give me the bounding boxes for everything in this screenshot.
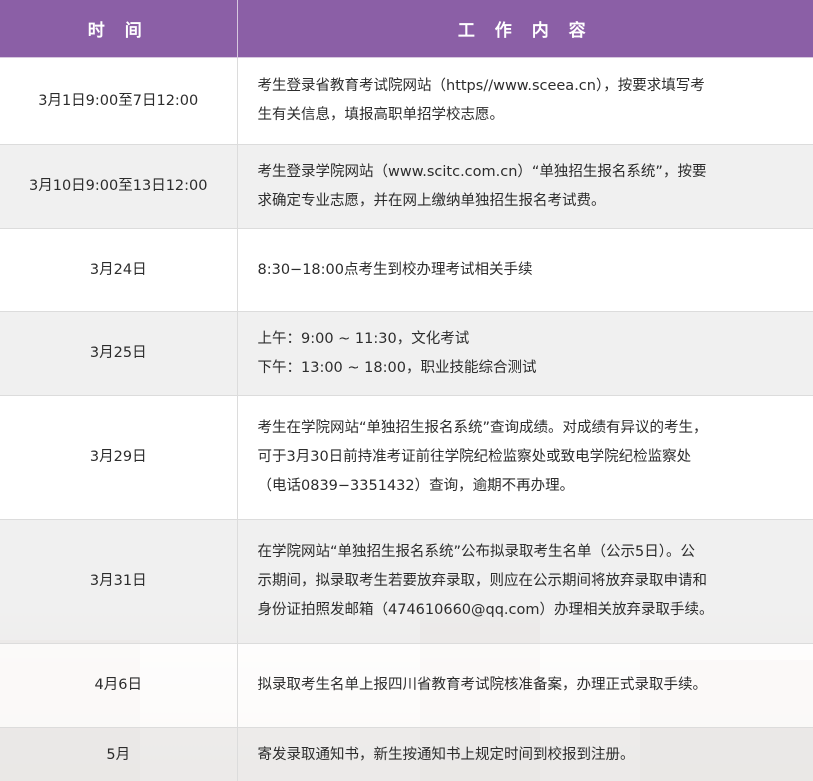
row-work-line: 拟录取考生名单上报四川省教育考试院核准备案，办理正式录取手续。 [257,677,708,693]
table-header-row: 时 间 工 作 内 容 [0,0,813,58]
row-work-line: 8:30−18:00点考生到校办理考试相关手续 [257,261,533,278]
row-work-line: 考生在学院网站“单独招生报名系统”查询成绩。对成绩有异议的考生， [257,420,708,436]
row-time: 3月10日9:00至13日12:00 [0,144,238,229]
row-work-line: 下午：13:00 ~ 18:00，职业技能综合测试 [257,359,537,376]
row-work-line: 生有关信息，填报高职单招学校志愿。 [257,107,505,123]
table-row: 3月24日 8:30−18:00点考生到校办理考试相关手续 [0,228,813,312]
row-work-line: 可于3月30日前持准考证前往学院纪检监察处或致电学院纪检监察处 [257,449,692,465]
row-work: 拟录取考生名单上报四川省教育考试院核准备案，办理正式录取手续。 [237,643,813,728]
row-work: 寄发录取通知书，新生按通知书上规定时间到校报到注册。 [237,727,813,781]
table-row: 3月1日9:00至7日12:00 考生登录省教育考试院网站（https//www… [0,57,813,145]
row-work-line: 求确定专业志愿，并在网上缴纳单独招生报名考试费。 [257,192,606,209]
row-work-line: （电话0839−3351432）查询，逾期不再办理。 [257,478,575,494]
row-work: 考生登录省教育考试院网站（https//www.sceea.cn），按要求填写考… [237,57,813,145]
row-time: 3月24日 [0,228,238,312]
table-row: 3月29日 考生在学院网站“单独招生报名系统”查询成绩。对成绩有异议的考生， 可… [0,395,813,520]
header-time: 时 间 [0,0,238,58]
row-work-line: 考生登录学院网站（www.scitc.com.cn）“单独招生报名系统”，按要 [257,163,707,180]
row-work-line: 示期间，拟录取考生若要放弃录取，则应在公示期间将放弃录取申请和 [257,573,708,589]
table-row: 3月10日9:00至13日12:00 考生登录学院网站（www.scitc.co… [0,144,813,229]
table-row: 4月6日 拟录取考生名单上报四川省教育考试院核准备案，办理正式录取手续。 [0,643,813,728]
page: 时 间 工 作 内 容 3月1日9:00至7日12:00 考生登录省教育考试院网… [0,0,813,781]
header-work-content: 工 作 内 容 [237,0,813,58]
row-work-line: 在学院网站“单独招生报名系统”公布拟录取考生名单（公示5日）。公 [257,544,696,560]
table-row: 3月25日 上午：9:00 ~ 11:30，文化考试 下午：13:00 ~ 18… [0,311,813,396]
row-work-line: 身份证拍照发邮箱（474610660@qq.com）办理相关放弃录取手续。 [257,602,714,618]
row-time: 5月 [0,727,238,781]
row-work: 上午：9:00 ~ 11:30，文化考试 下午：13:00 ~ 18:00，职业… [237,311,813,396]
row-work: 考生在学院网站“单独招生报名系统”查询成绩。对成绩有异议的考生， 可于3月30日… [237,395,813,520]
row-work: 8:30−18:00点考生到校办理考试相关手续 [237,228,813,312]
row-work-line: 上午：9:00 ~ 11:30，文化考试 [257,330,470,347]
row-work-line: 寄发录取通知书，新生按通知书上规定时间到校报到注册。 [257,747,635,763]
row-time: 4月6日 [0,643,238,728]
row-time: 3月31日 [0,519,238,644]
row-work: 考生登录学院网站（www.scitc.com.cn）“单独招生报名系统”，按要 … [237,144,813,229]
table-row: 5月 寄发录取通知书，新生按通知书上规定时间到校报到注册。 [0,727,813,781]
row-time: 3月29日 [0,395,238,520]
schedule-table: 时 间 工 作 内 容 3月1日9:00至7日12:00 考生登录省教育考试院网… [0,0,813,781]
row-time: 3月1日9:00至7日12:00 [0,57,238,145]
row-work: 在学院网站“单独招生报名系统”公布拟录取考生名单（公示5日）。公 示期间，拟录取… [237,519,813,644]
row-work-line: 考生登录省教育考试院网站（https//www.sceea.cn），按要求填写考 [257,78,705,94]
row-time: 3月25日 [0,311,238,396]
table-row: 3月31日 在学院网站“单独招生报名系统”公布拟录取考生名单（公示5日）。公 示… [0,519,813,644]
